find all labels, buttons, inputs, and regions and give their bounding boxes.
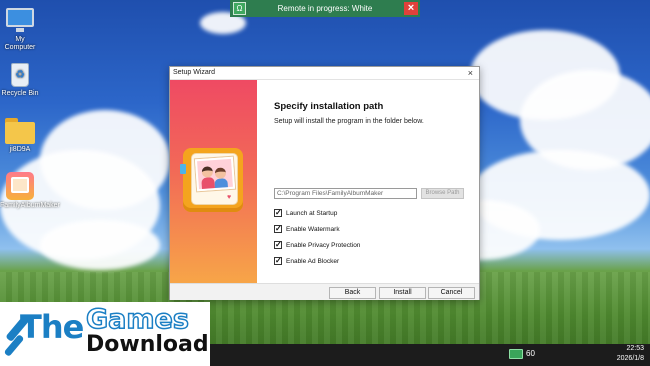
clock-date[interactable]: 2026/1/8: [617, 355, 644, 362]
option-label: Launch at Startup: [286, 209, 338, 217]
money-balance: 60: [526, 349, 535, 358]
close-icon[interactable]: ×: [404, 2, 418, 15]
checkbox-checked-icon[interactable]: ✓: [274, 225, 282, 233]
wizard-content: Specify installation path Setup will ins…: [257, 80, 479, 283]
photo-album-icon: ♥: [180, 148, 243, 212]
checkbox-checked-icon[interactable]: ✓: [274, 209, 282, 217]
page-description: Setup will install the program in the fo…: [274, 118, 424, 125]
window-title: Setup Wizard: [173, 69, 216, 76]
install-button[interactable]: Install: [379, 287, 426, 299]
desktop-icon-label: ji8D9A: [9, 146, 31, 153]
folder-icon: [4, 116, 36, 144]
wizard-side-banner: ♥: [170, 80, 257, 283]
desktop-icon-recycle-bin[interactable]: ♻ Recycle Bin: [0, 60, 40, 98]
option-enable-privacy-protection[interactable]: ✓ Enable Privacy Protection: [274, 241, 360, 249]
logo-text-download: Download: [86, 332, 209, 357]
checkbox-checked-icon[interactable]: ✓: [274, 241, 282, 249]
desktop-icon-my-computer[interactable]: My Computer: [0, 6, 40, 52]
option-enable-watermark[interactable]: ✓ Enable Watermark: [274, 225, 340, 233]
option-label: Enable Watermark: [286, 225, 340, 233]
computer-icon: [4, 6, 36, 34]
back-button[interactable]: Back: [329, 287, 376, 299]
option-enable-ad-blocker[interactable]: ✓ Enable Ad Blocker: [274, 257, 339, 265]
window-titlebar[interactable]: Setup Wizard ×: [170, 67, 479, 80]
cancel-button[interactable]: Cancel: [428, 287, 475, 299]
desktop-icon-folder[interactable]: ji8D9A: [0, 116, 40, 154]
desktop-icon-label: Recycle Bin: [1, 90, 39, 97]
close-icon[interactable]: ×: [468, 68, 473, 78]
money-icon: [509, 349, 523, 359]
browse-path-button[interactable]: Browse Path: [421, 188, 464, 199]
checkbox-checked-icon[interactable]: ✓: [274, 257, 282, 265]
logo-text-the: The: [20, 308, 84, 346]
option-label: Enable Ad Blocker: [286, 257, 340, 265]
logo-text-games: Games: [85, 303, 189, 336]
setup-wizard-window: Setup Wizard × ♥ Specify installation pa…: [169, 66, 480, 300]
desktop-icon-family-album-maker[interactable]: FamilyAlbumMaker: [0, 172, 60, 210]
wizard-footer: Back Install Cancel: [170, 283, 479, 300]
taskbar: 60 22:53 2026/1/8: [210, 344, 650, 366]
desktop-icon-label: My Computer: [4, 36, 36, 51]
remote-session-icon[interactable]: Ω: [233, 2, 246, 15]
photo-album-app-icon: [4, 172, 36, 200]
clock-time[interactable]: 22:53: [626, 345, 644, 352]
option-label: Enable Privacy Protection: [286, 241, 361, 249]
remote-session-text: Remote in progress: White: [277, 4, 373, 13]
recycle-bin-icon: ♻: [4, 60, 36, 88]
page-title: Specify installation path: [274, 101, 384, 112]
desktop-icon-label: FamilyAlbumMaker: [0, 202, 60, 209]
site-watermark-logo: The Games Download: [0, 302, 210, 366]
remote-session-banner: Ω Remote in progress: White ×: [230, 0, 420, 17]
install-path-input[interactable]: [274, 188, 417, 199]
option-launch-at-startup[interactable]: ✓ Launch at Startup: [274, 209, 337, 217]
